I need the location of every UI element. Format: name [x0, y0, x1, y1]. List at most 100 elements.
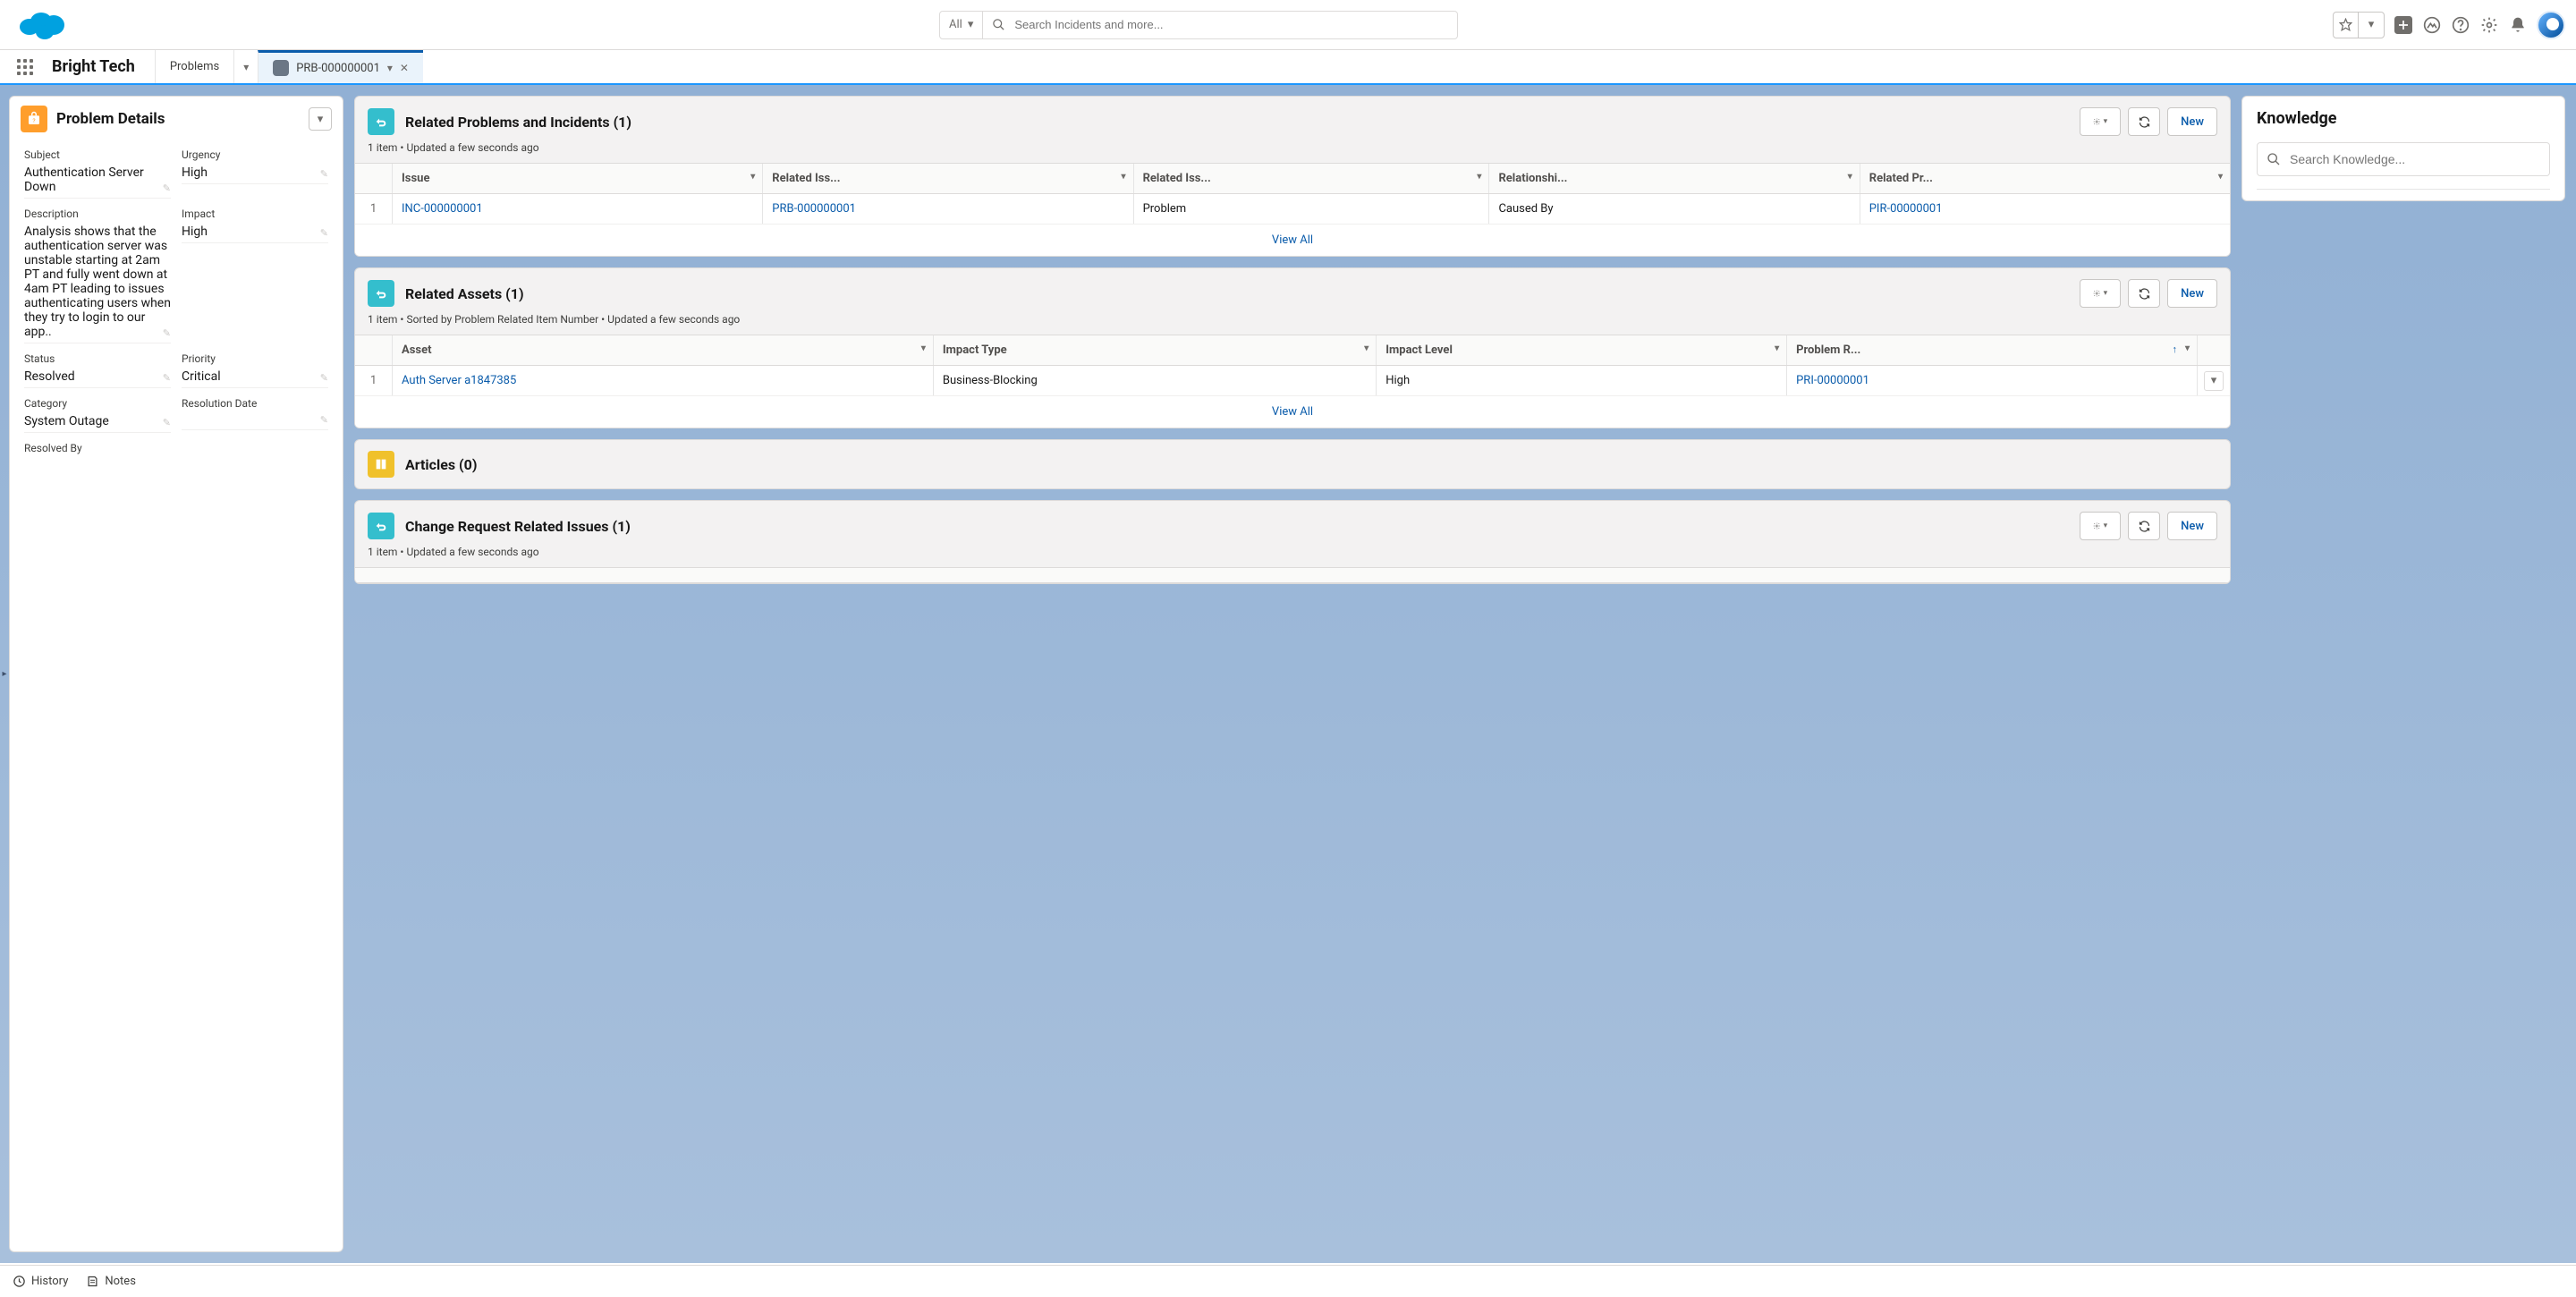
new-button[interactable]: New	[2167, 279, 2217, 308]
description-label: Description	[24, 208, 171, 220]
problem-details-card: ? Problem Details ▾ Subject Authenticati…	[9, 96, 343, 1252]
tab-problems[interactable]: Problems	[155, 50, 233, 83]
related-problems-title[interactable]: Related Problems and Incidents (1)	[405, 114, 631, 131]
search-icon	[2267, 152, 2281, 166]
edit-icon: ✎	[163, 417, 171, 428]
global-search-input[interactable]	[1014, 18, 1448, 31]
table-header	[355, 567, 2230, 583]
right-column: Knowledge	[2236, 85, 2576, 1263]
view-all-link[interactable]: View All	[355, 396, 2230, 428]
issue-link[interactable]: INC-000000001	[402, 202, 483, 216]
knowledge-search-input[interactable]	[2290, 152, 2540, 166]
search-icon	[992, 18, 1005, 31]
change-request-title[interactable]: Change Request Related Issues (1)	[405, 518, 631, 535]
column-related-issue[interactable]: Related Iss...▾	[763, 164, 1133, 193]
status-label: Status	[24, 352, 171, 365]
user-avatar[interactable]	[2537, 11, 2565, 39]
chevron-down-icon: ▾	[2359, 13, 2384, 38]
knowledge-title: Knowledge	[2242, 97, 2564, 137]
knowledge-card: Knowledge	[2241, 96, 2565, 201]
related-icon	[368, 280, 394, 307]
help-icon[interactable]	[2451, 15, 2470, 35]
chevron-down-icon: ▾	[968, 18, 974, 31]
new-button[interactable]: New	[2167, 512, 2217, 540]
search-scope-picker[interactable]: All ▾	[940, 12, 983, 38]
left-column: ? Problem Details ▾ Subject Authenticati…	[9, 85, 349, 1263]
related-pr-link[interactable]: PIR-00000001	[1869, 202, 1943, 216]
tab-prb-record[interactable]: PRB-000000001 ▾ ✕	[258, 50, 423, 83]
subject-value[interactable]: Authentication Server Down✎	[24, 164, 171, 199]
app-launcher[interactable]	[7, 50, 43, 83]
tab-problems-menu[interactable]: ▾	[233, 50, 258, 83]
chevron-down-icon: ▾	[243, 61, 249, 73]
add-button[interactable]	[2394, 15, 2413, 35]
urgency-value[interactable]: High✎	[182, 164, 328, 184]
articles-title[interactable]: Articles (0)	[405, 456, 477, 473]
refresh-button[interactable]	[2128, 279, 2160, 308]
subject-label: Subject	[24, 148, 171, 161]
refresh-button[interactable]	[2128, 512, 2160, 540]
column-asset[interactable]: Asset▾	[393, 335, 934, 365]
status-value[interactable]: Resolved✎	[24, 368, 171, 388]
left-expand-handle[interactable]: ▸	[0, 85, 9, 1263]
table-header: Asset▾ Impact Type▾ Impact Level▾ Proble…	[355, 335, 2230, 366]
gear-icon[interactable]	[2479, 15, 2499, 35]
priority-value[interactable]: Critical✎	[182, 368, 328, 388]
row-actions-menu[interactable]: ▾	[2198, 366, 2230, 395]
column-problem-r[interactable]: Problem R...↑▾	[1787, 335, 2198, 365]
related-problems-incidents-card: Related Problems and Incidents (1) ▾ New…	[354, 96, 2231, 257]
card-menu-button[interactable]: ▾	[309, 107, 332, 131]
edit-icon: ✎	[320, 372, 328, 384]
column-impact-type[interactable]: Impact Type▾	[934, 335, 1377, 365]
related-assets-title[interactable]: Related Assets (1)	[405, 285, 524, 302]
list-settings-button[interactable]: ▾	[2080, 107, 2121, 136]
urgency-label: Urgency	[182, 148, 328, 161]
asset-link[interactable]: Auth Server a1847385	[402, 374, 516, 387]
bell-icon[interactable]	[2508, 15, 2528, 35]
column-related-issue-type[interactable]: Related Iss...▾	[1134, 164, 1490, 193]
refresh-button[interactable]	[2128, 107, 2160, 136]
related-assets-subtitle: 1 item • Sorted by Problem Related Item …	[355, 311, 2230, 335]
related-issue-link[interactable]: PRB-000000001	[772, 202, 856, 216]
favorites-button[interactable]: ▾	[2333, 12, 2385, 38]
edit-icon: ✎	[163, 327, 171, 339]
global-search[interactable]: All ▾	[939, 11, 1458, 39]
description-value[interactable]: Analysis shows that the authentication s…	[24, 223, 171, 343]
related-issue-type: Problem	[1134, 194, 1490, 224]
app-name: Bright Tech	[43, 50, 155, 83]
edit-icon: ✎	[163, 372, 171, 384]
trailhead-icon[interactable]	[2422, 15, 2442, 35]
knowledge-search[interactable]	[2257, 142, 2550, 176]
chevron-down-icon: ▾	[2218, 172, 2223, 182]
view-all-link[interactable]: View All	[355, 225, 2230, 256]
utility-history[interactable]: History	[13, 1275, 68, 1288]
related-assets-card: Related Assets (1) ▾ New 1 item • Sorted…	[354, 267, 2231, 428]
category-value[interactable]: System Outage✎	[24, 412, 171, 433]
search-scope-label: All	[949, 18, 962, 31]
list-settings-button[interactable]: ▾	[2080, 512, 2121, 540]
edit-icon: ✎	[320, 227, 328, 239]
list-settings-button[interactable]: ▾	[2080, 279, 2121, 308]
related-icon	[368, 513, 394, 539]
case-icon	[273, 60, 289, 76]
column-relationship[interactable]: Relationshi...▾	[1489, 164, 1860, 193]
close-icon[interactable]: ✕	[400, 62, 409, 74]
impact-value[interactable]: High✎	[182, 223, 328, 243]
chevron-down-icon: ▾	[1122, 172, 1126, 182]
column-impact-level[interactable]: Impact Level▾	[1377, 335, 1787, 365]
tab-label: Problems	[170, 60, 219, 73]
resolution-date-value[interactable]: ✎	[182, 412, 328, 430]
new-button[interactable]: New	[2167, 107, 2217, 136]
utility-notes[interactable]: Notes	[86, 1275, 136, 1288]
chevron-down-icon[interactable]: ▾	[387, 62, 393, 74]
relationship-type: Caused By	[1489, 194, 1860, 224]
sort-asc-icon: ↑	[2173, 343, 2178, 355]
related-problems-subtitle: 1 item • Updated a few seconds ago	[355, 140, 2230, 163]
utility-bar: History Notes	[0, 1265, 2576, 1297]
column-issue[interactable]: Issue▾	[393, 164, 763, 193]
edit-icon: ✎	[163, 182, 171, 194]
column-related-pr[interactable]: Related Pr...▾	[1860, 164, 2230, 193]
problem-r-link[interactable]: PRI-00000001	[1796, 374, 1869, 387]
global-header: All ▾ ▾	[0, 0, 2576, 49]
impact-type: Business-Blocking	[934, 366, 1377, 395]
